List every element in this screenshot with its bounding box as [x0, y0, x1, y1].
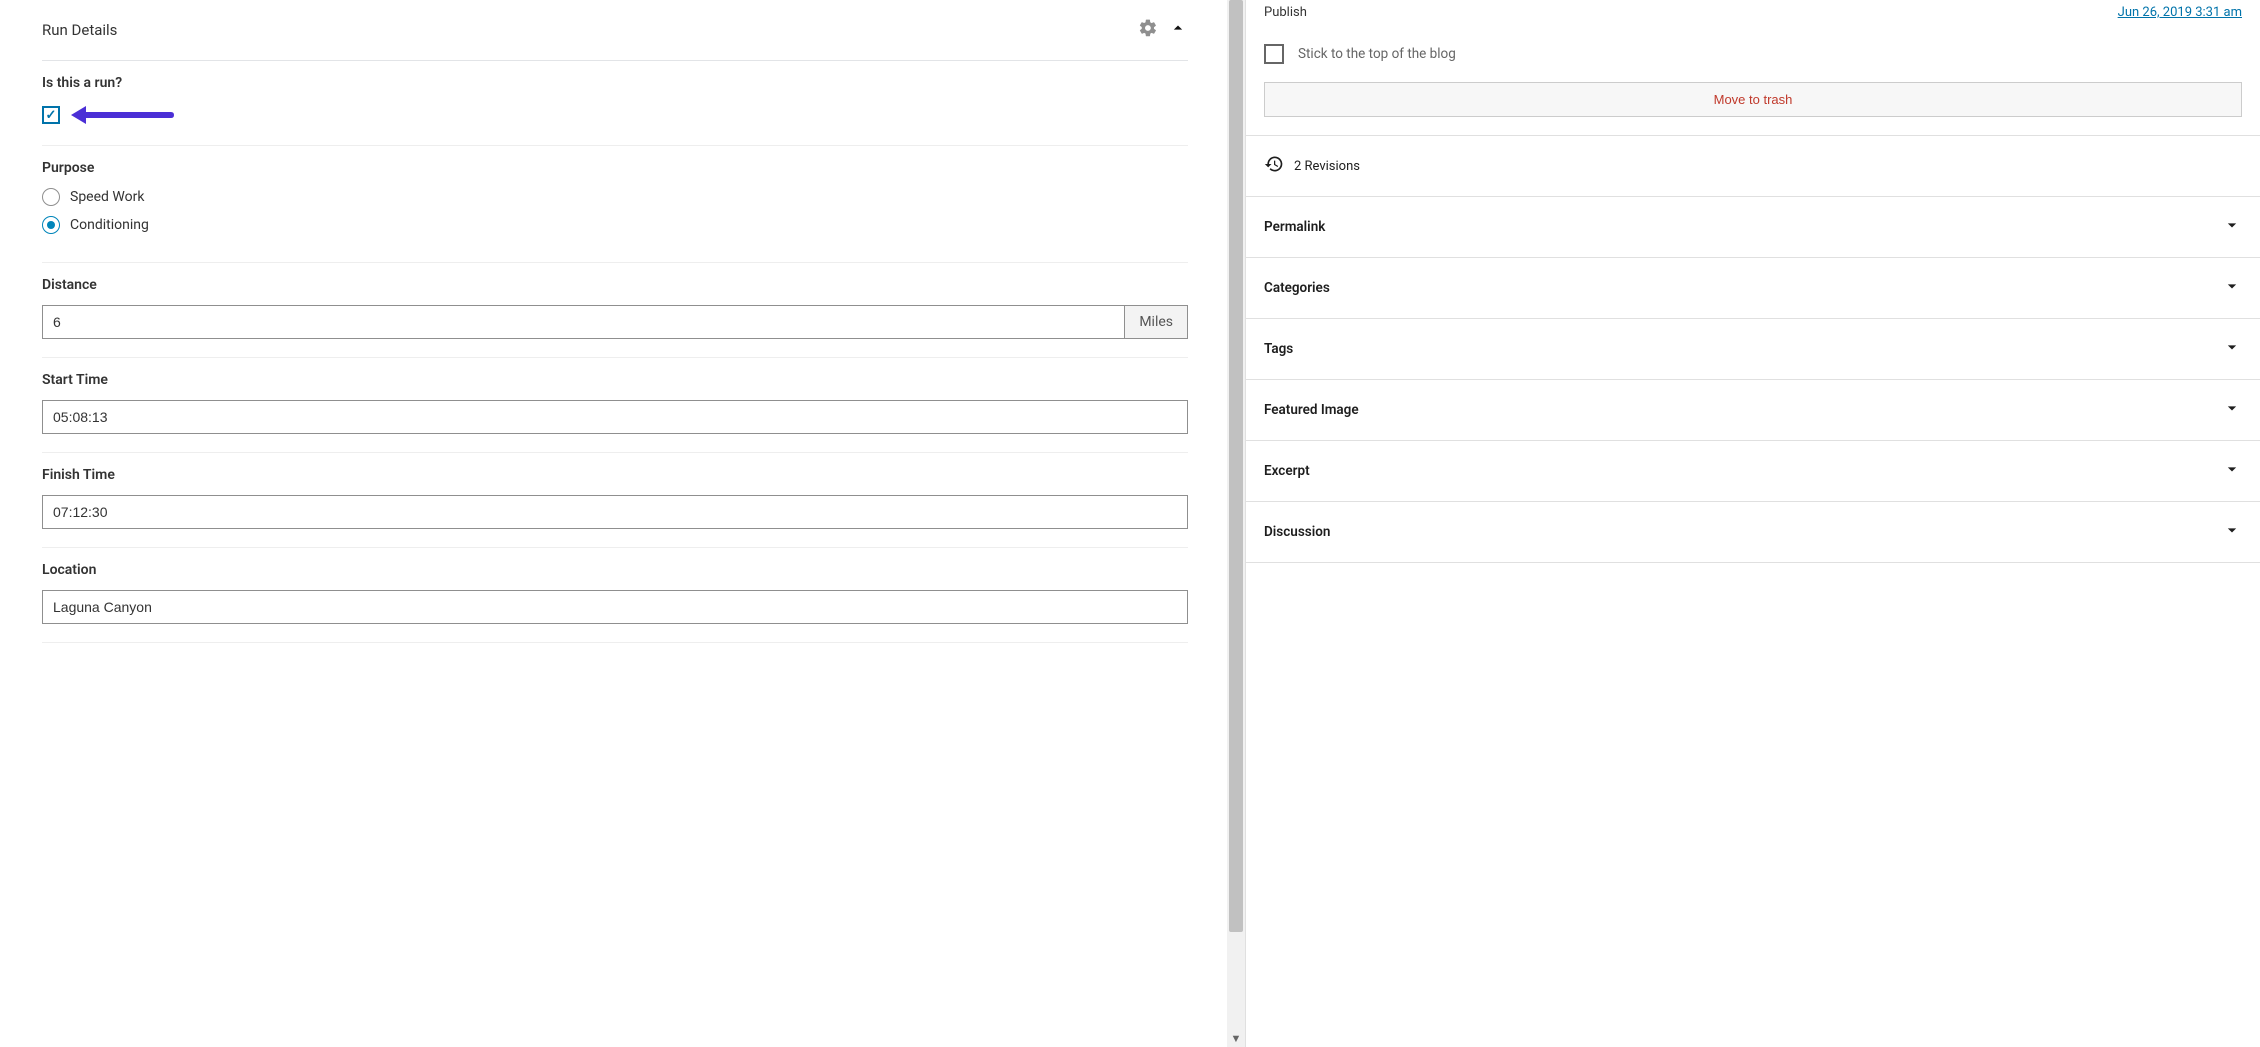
accordion-label: Excerpt	[1264, 463, 1310, 479]
accordion-label: Tags	[1264, 341, 1293, 357]
settings-sidebar: Publish Jun 26, 2019 3:31 am Stick to th…	[1245, 0, 2260, 1047]
accordion-permalink[interactable]: Permalink	[1246, 197, 2260, 258]
field-label: Purpose	[42, 160, 1188, 176]
field-label: Location	[42, 562, 1188, 578]
radio-icon	[42, 188, 60, 206]
scrollbar-down-arrow[interactable]: ▼	[1227, 1032, 1245, 1045]
is-run-checkbox-row: ✓	[42, 103, 1188, 127]
radio-label: Conditioning	[70, 217, 149, 233]
revisions-row[interactable]: 2 Revisions	[1246, 136, 2260, 197]
stick-checkbox[interactable]	[1264, 44, 1284, 64]
purpose-option-conditioning[interactable]: Conditioning	[42, 216, 1188, 234]
field-finish-time: Finish Time	[42, 453, 1188, 548]
field-label: Start Time	[42, 372, 1188, 388]
panel-header: Run Details	[42, 0, 1188, 61]
main-content: Run Details Is this a run? ✓ Purpose Spe…	[0, 0, 1212, 1047]
start-time-input[interactable]	[42, 400, 1188, 434]
chevron-down-icon	[2222, 337, 2242, 361]
accordion-excerpt[interactable]: Excerpt	[1246, 441, 2260, 502]
publish-date-link[interactable]: Jun 26, 2019 3:31 am	[2118, 5, 2242, 20]
vertical-scrollbar[interactable]: ▼	[1227, 0, 1245, 1047]
chevron-up-icon[interactable]	[1168, 18, 1188, 42]
stick-label: Stick to the top of the blog	[1298, 46, 1456, 62]
accordion-featured-image[interactable]: Featured Image	[1246, 380, 2260, 441]
chevron-down-icon	[2222, 459, 2242, 483]
distance-unit: Miles	[1124, 305, 1188, 339]
publish-row: Publish Jun 26, 2019 3:31 am	[1246, 0, 2260, 34]
history-icon	[1264, 154, 1284, 178]
location-input[interactable]	[42, 590, 1188, 624]
field-start-time: Start Time	[42, 358, 1188, 453]
accordion-label: Categories	[1264, 280, 1330, 296]
panel-header-actions	[1138, 18, 1188, 42]
accordion-label: Featured Image	[1264, 402, 1359, 418]
accordion-label: Discussion	[1264, 524, 1330, 540]
field-is-run: Is this a run? ✓	[42, 61, 1188, 146]
field-label: Distance	[42, 277, 1188, 293]
field-label: Finish Time	[42, 467, 1188, 483]
accordion-label: Permalink	[1264, 219, 1325, 235]
revisions-label: 2 Revisions	[1294, 159, 1360, 174]
field-location: Location	[42, 548, 1188, 643]
chevron-down-icon	[2222, 276, 2242, 300]
chevron-down-icon	[2222, 520, 2242, 544]
purpose-option-speed[interactable]: Speed Work	[42, 188, 1188, 206]
accordion-discussion[interactable]: Discussion	[1246, 502, 2260, 563]
chevron-down-icon	[2222, 398, 2242, 422]
is-run-checkbox[interactable]: ✓	[42, 106, 60, 124]
accordion-tags[interactable]: Tags	[1246, 319, 2260, 380]
stick-to-top-row: Stick to the top of the blog	[1246, 34, 2260, 82]
scrollbar-thumb[interactable]	[1229, 0, 1243, 932]
radio-icon	[42, 216, 60, 234]
move-to-trash-button[interactable]: Move to trash	[1264, 82, 2242, 117]
finish-time-input[interactable]	[42, 495, 1188, 529]
field-purpose: Purpose Speed Work Conditioning	[42, 146, 1188, 263]
field-distance: Distance Miles	[42, 263, 1188, 358]
annotation-arrow	[66, 103, 176, 127]
field-label: Is this a run?	[42, 75, 1188, 91]
distance-input-group: Miles	[42, 305, 1188, 339]
trash-section: Move to trash	[1246, 82, 2260, 136]
accordion-categories[interactable]: Categories	[1246, 258, 2260, 319]
panel-title: Run Details	[42, 21, 1138, 39]
chevron-down-icon	[2222, 215, 2242, 239]
radio-label: Speed Work	[70, 189, 144, 205]
distance-input[interactable]	[42, 305, 1124, 339]
gear-icon[interactable]	[1138, 18, 1158, 42]
gap	[1212, 0, 1227, 1047]
publish-label: Publish	[1264, 5, 1307, 20]
